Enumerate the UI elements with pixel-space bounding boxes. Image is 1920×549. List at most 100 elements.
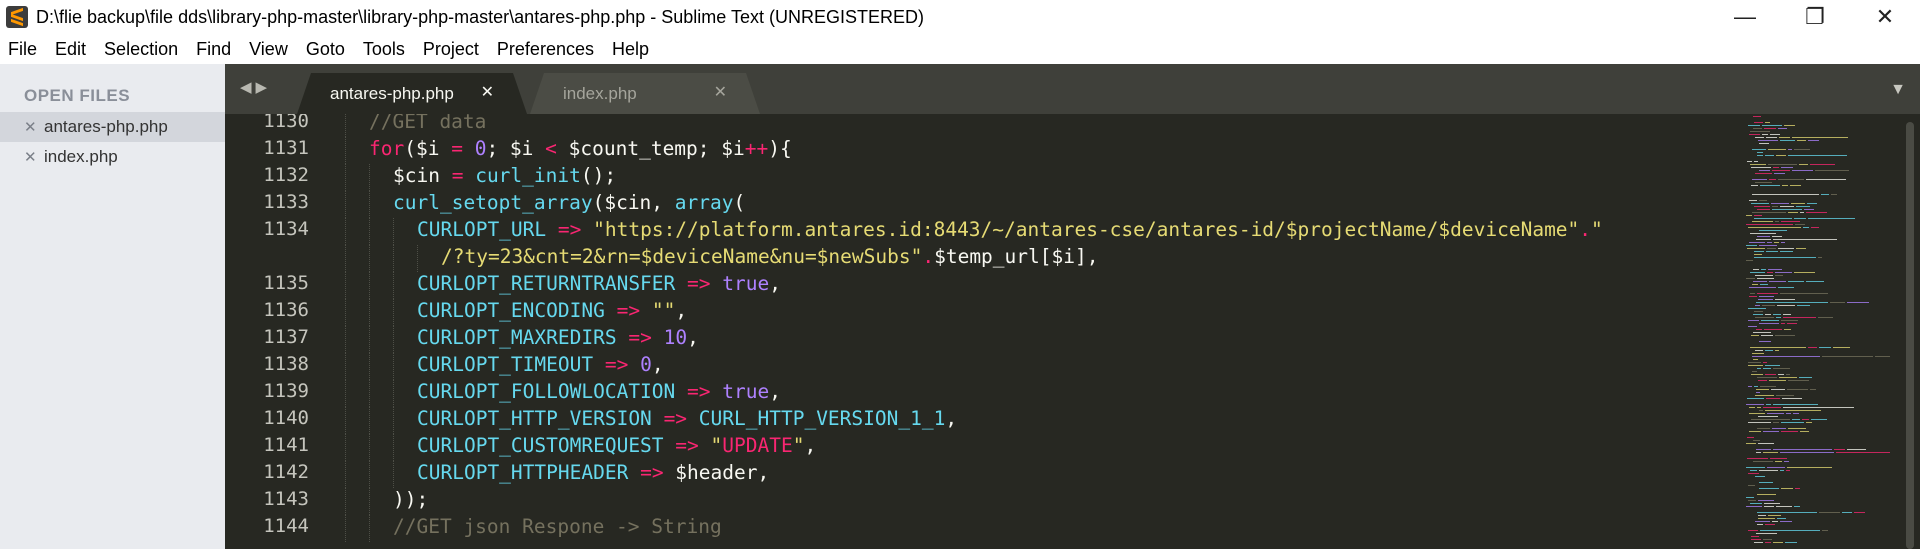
tab-nav-arrows-icon[interactable]: ◀▶ bbox=[240, 78, 271, 96]
menu-view[interactable]: View bbox=[240, 34, 297, 64]
menu-help[interactable]: Help bbox=[603, 34, 658, 64]
indent-guide bbox=[369, 326, 370, 353]
minimap-line bbox=[1834, 449, 1845, 450]
minimap-line bbox=[1754, 161, 1758, 162]
minimap-line bbox=[1753, 440, 1760, 441]
sidebar: OPEN FILES ✕ antares-php.php ✕ index.php bbox=[0, 64, 225, 549]
minimap-line bbox=[1764, 503, 1780, 504]
minimize-button[interactable]: — bbox=[1710, 0, 1780, 34]
minimap-line bbox=[1773, 314, 1781, 315]
minimap-line bbox=[1830, 302, 1845, 303]
menu-preferences[interactable]: Preferences bbox=[488, 34, 603, 64]
indent-guide bbox=[369, 407, 370, 434]
minimap-line bbox=[1781, 167, 1793, 168]
minimap[interactable] bbox=[1740, 114, 1900, 549]
minimap-line bbox=[1757, 512, 1817, 513]
minimap-line bbox=[1752, 149, 1766, 150]
code-line[interactable]: CURLOPT_HTTP_VERSION => CURL_HTTP_VERSIO… bbox=[417, 407, 957, 430]
minimap-line bbox=[1747, 458, 1768, 459]
minimap-line bbox=[1746, 404, 1764, 405]
code-line[interactable]: $cin = curl_init(); bbox=[393, 164, 616, 187]
minimap-line bbox=[1804, 209, 1814, 210]
menu-goto[interactable]: Goto bbox=[297, 34, 354, 64]
minimap-line bbox=[1781, 431, 1798, 432]
close-icon[interactable]: ✕ bbox=[24, 118, 44, 136]
menu-file[interactable]: File bbox=[0, 34, 46, 64]
tab-antares-php[interactable]: antares-php.php ✕ bbox=[297, 73, 527, 114]
scrollbar-thumb[interactable] bbox=[1906, 122, 1914, 549]
code-line[interactable]: //GET json Respone -> String bbox=[393, 515, 722, 538]
minimap-line bbox=[1747, 248, 1765, 249]
code-line[interactable]: for($i = 0; $i < $count_temp; $i++){ bbox=[369, 137, 792, 160]
indent-guide bbox=[345, 353, 346, 380]
minimap-line bbox=[1778, 374, 1784, 375]
minimap-line bbox=[1752, 194, 1819, 195]
minimap-line bbox=[1757, 407, 1761, 408]
code-token: => bbox=[628, 326, 652, 349]
minimap-line bbox=[1758, 500, 1774, 501]
minimap-line bbox=[1776, 395, 1794, 396]
maximize-button[interactable]: ❐ bbox=[1780, 0, 1850, 34]
code-line[interactable]: )); bbox=[393, 488, 428, 511]
close-icon[interactable]: ✕ bbox=[481, 82, 494, 102]
tab-index-php[interactable]: index.php ✕ bbox=[530, 73, 760, 114]
code-token: 0 bbox=[474, 137, 487, 160]
code-token: $header, bbox=[663, 461, 770, 484]
minimap-line bbox=[1773, 167, 1779, 168]
title-bar: D:\flie backup\file dds\library-php-mast… bbox=[0, 0, 1920, 34]
code-line[interactable]: //GET data bbox=[369, 114, 486, 133]
minimap-line bbox=[1775, 221, 1779, 222]
minimap-line bbox=[1808, 140, 1819, 141]
code-line[interactable]: CURLOPT_HTTPHEADER => $header, bbox=[417, 461, 769, 484]
code-line[interactable]: CURLOPT_MAXREDIRS => 10, bbox=[417, 326, 699, 349]
code-line[interactable]: CURLOPT_FOLLOWLOCATION => true, bbox=[417, 380, 781, 403]
minimap-line bbox=[1755, 317, 1774, 318]
code-area[interactable]: //GET data for($i = 0; $i < $count_temp; … bbox=[345, 114, 1865, 549]
line-number: 1138 bbox=[263, 353, 309, 375]
code-line[interactable]: /?ty=23&cnt=2&rn=$deviceName&nu=$newSubs… bbox=[441, 245, 1098, 268]
menu-edit[interactable]: Edit bbox=[46, 34, 95, 64]
minimap-line bbox=[1788, 428, 1806, 429]
close-button[interactable]: ✕ bbox=[1850, 0, 1920, 34]
close-icon[interactable]: ✕ bbox=[714, 82, 727, 102]
code-token: UPDATE bbox=[722, 434, 793, 457]
code-token: "https://platform.antares.id:8443/~/anta… bbox=[593, 218, 1580, 241]
minimap-line bbox=[1776, 317, 1781, 318]
sidebar-file-antares-php[interactable]: ✕ antares-php.php bbox=[0, 112, 225, 142]
code-line[interactable]: curl_setopt_array($cin, array( bbox=[393, 191, 745, 214]
minimap-line bbox=[1779, 137, 1790, 138]
minimap-line bbox=[1750, 503, 1762, 504]
minimap-line bbox=[1775, 275, 1783, 276]
minimap-line bbox=[1781, 488, 1793, 489]
minimap-line bbox=[1773, 239, 1837, 240]
menu-tools[interactable]: Tools bbox=[354, 34, 414, 64]
minimap-line bbox=[1766, 398, 1780, 399]
minimap-line bbox=[1754, 542, 1763, 543]
minimap-line bbox=[1762, 305, 1775, 306]
chevron-down-icon[interactable]: ▼ bbox=[1890, 81, 1906, 99]
code-editor[interactable]: 1130 1131 1132 1133 1134 1135 1136 1137 1138 1139… bbox=[225, 114, 1920, 549]
minimap-line bbox=[1748, 422, 1771, 423]
minimap-line bbox=[1758, 443, 1774, 444]
code-token: ++ bbox=[744, 137, 769, 160]
code-token: CURLOPT_MAXREDIRS bbox=[417, 326, 617, 349]
minimap-line bbox=[1811, 227, 1819, 228]
minimap-line bbox=[1781, 242, 1785, 243]
minimap-line bbox=[1750, 131, 1770, 132]
line-number-gutter: 1130 1131 1132 1133 1134 1135 1136 1137 1138 1139… bbox=[225, 114, 309, 549]
sidebar-file-index-php[interactable]: ✕ index.php bbox=[0, 142, 225, 172]
menu-project[interactable]: Project bbox=[414, 34, 488, 64]
menu-find[interactable]: Find bbox=[187, 34, 240, 64]
code-line[interactable]: CURLOPT_TIMEOUT => 0, bbox=[417, 353, 664, 376]
code-line[interactable]: CURLOPT_ENCODING => "", bbox=[417, 299, 687, 322]
close-icon[interactable]: ✕ bbox=[24, 148, 44, 166]
code-line[interactable]: CURLOPT_CUSTOMREQUEST => "UPDATE", bbox=[417, 434, 816, 457]
minimap-line bbox=[1786, 374, 1790, 375]
code-line[interactable]: CURLOPT_RETURNTRANSFER => true, bbox=[417, 272, 781, 295]
indent-guide bbox=[345, 407, 346, 434]
minimap-line bbox=[1783, 314, 1791, 315]
minimap-line bbox=[1765, 314, 1771, 315]
menu-selection[interactable]: Selection bbox=[95, 34, 187, 64]
code-line[interactable]: CURLOPT_URL => "https://platform.antares… bbox=[417, 218, 1603, 241]
